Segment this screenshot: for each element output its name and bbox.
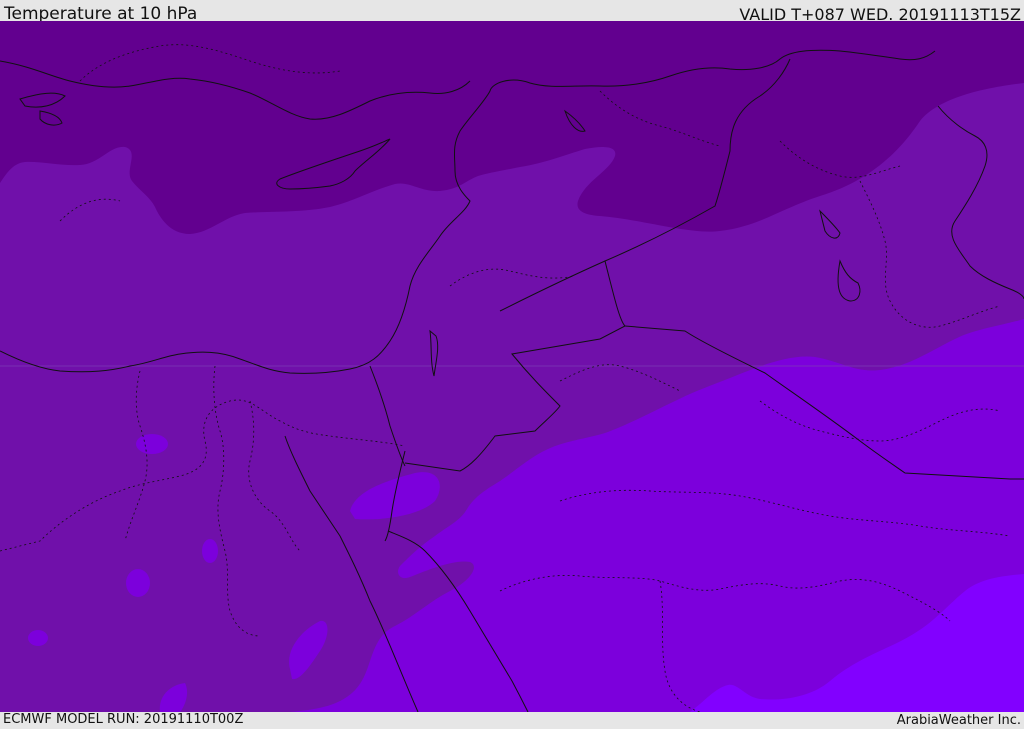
temperature-patch-5: [28, 630, 48, 646]
map-canvas: [0, 21, 1024, 712]
temperature-patch-3: [202, 539, 218, 563]
temperature-patch-4: [126, 569, 150, 597]
model-run: ECMWF MODEL RUN: 20191110T00Z: [3, 712, 244, 727]
credit-text: ArabiaWeather Inc.: [896, 713, 1021, 728]
temperature-map[interactable]: [0, 21, 1024, 712]
header-bar: Temperature at 10 hPa VALID T+087 WED. 2…: [0, 0, 1024, 24]
temperature-patch-2: [136, 434, 168, 454]
footer-bar: ECMWF MODEL RUN: 20191110T00Z ArabiaWeat…: [0, 712, 1024, 729]
